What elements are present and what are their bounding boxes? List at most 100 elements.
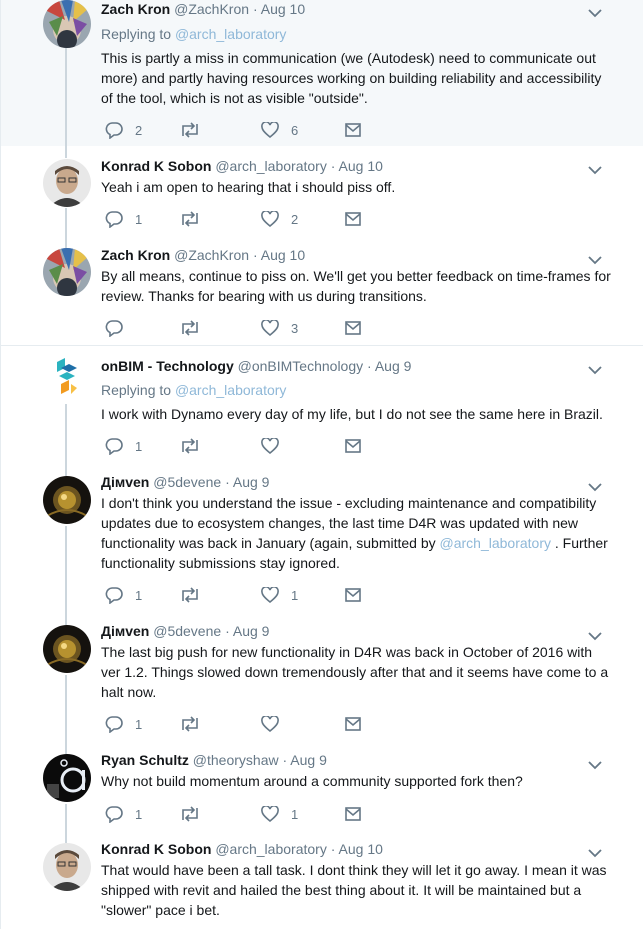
envelope-icon xyxy=(345,439,361,453)
avatar[interactable] xyxy=(43,754,91,802)
tweet[interactable]: Konrad K Sobon @arch_laboratory · Aug 10… xyxy=(1,146,643,238)
chevron-down-icon[interactable] xyxy=(588,5,602,18)
display-name[interactable]: Дімven xyxy=(101,474,149,490)
chevron-down-icon[interactable] xyxy=(588,845,602,858)
chevron-down-icon[interactable] xyxy=(588,252,602,265)
reply-button[interactable] xyxy=(105,318,135,338)
retweet-button[interactable] xyxy=(179,120,213,140)
tweet-header: Zach Kron @ZachKron · Aug 10 xyxy=(101,246,305,264)
reply-button[interactable]: 1 xyxy=(105,209,142,229)
reply-button[interactable]: 1 xyxy=(105,436,142,456)
envelope-icon xyxy=(345,321,361,335)
avatar[interactable] xyxy=(43,354,91,402)
chevron-down-icon[interactable] xyxy=(588,628,602,641)
thread-line xyxy=(65,804,67,832)
chevron-down-icon[interactable] xyxy=(588,479,602,492)
timestamp[interactable]: Aug 9 xyxy=(233,623,270,639)
tweet-actions: 1 xyxy=(101,714,401,734)
message-button[interactable] xyxy=(345,120,361,140)
like-button[interactable]: 1 xyxy=(261,804,298,824)
tweet[interactable]: Konrad K Sobon @arch_laboratory · Aug 10… xyxy=(1,832,643,929)
timestamp[interactable]: Aug 10 xyxy=(261,1,305,17)
timestamp[interactable]: Aug 10 xyxy=(261,247,305,263)
username[interactable]: @ZachKron xyxy=(174,1,249,17)
message-button[interactable] xyxy=(345,209,361,229)
tweet[interactable]: Zach Kron @ZachKron · Aug 10 By all mean… xyxy=(1,238,643,345)
mention-link[interactable]: @arch_laboratory xyxy=(440,535,552,551)
display-name[interactable]: onBIM - Technology xyxy=(101,358,234,374)
mention-link[interactable]: @arch_laboratory xyxy=(175,382,287,398)
like-button[interactable]: 2 xyxy=(261,209,298,229)
tweet[interactable]: Дімven @5devene · Aug 9 The last big pus… xyxy=(1,614,643,744)
retweet-icon xyxy=(179,211,201,227)
reply-button[interactable]: 1 xyxy=(105,585,142,605)
message-button[interactable] xyxy=(345,318,361,338)
avatar[interactable] xyxy=(43,0,91,48)
message-button[interactable] xyxy=(345,585,361,605)
username[interactable]: @onBIMTechnology xyxy=(238,358,364,374)
reply-icon xyxy=(105,210,123,228)
chevron-down-icon[interactable] xyxy=(588,162,602,175)
retweet-button[interactable] xyxy=(179,714,213,734)
like-button[interactable]: 1 xyxy=(261,585,298,605)
like-button[interactable]: 3 xyxy=(261,318,298,338)
display-name[interactable]: Zach Kron xyxy=(101,247,170,263)
display-name[interactable]: Zach Kron xyxy=(101,1,170,17)
avatar[interactable] xyxy=(43,476,91,524)
username[interactable]: @arch_laboratory xyxy=(215,841,327,857)
tweet-text: The last big push for new functionality … xyxy=(101,644,609,700)
display-name[interactable]: Дімven xyxy=(101,623,149,639)
reply-count: 2 xyxy=(135,122,143,138)
message-button[interactable] xyxy=(345,714,361,734)
like-count: 2 xyxy=(291,211,299,227)
timestamp[interactable]: Aug 9 xyxy=(290,752,327,768)
username[interactable]: @ZachKron xyxy=(174,247,249,263)
thread-line xyxy=(65,832,67,843)
like-button[interactable] xyxy=(261,714,291,734)
mention-link[interactable]: @arch_laboratory xyxy=(175,26,287,42)
heart-icon xyxy=(261,806,279,822)
like-button[interactable] xyxy=(261,436,291,456)
reply-button[interactable]: 1 xyxy=(105,804,142,824)
chevron-down-icon[interactable] xyxy=(588,362,602,375)
display-name[interactable]: Konrad K Sobon xyxy=(101,158,211,174)
username[interactable]: @theoryshaw xyxy=(193,752,279,768)
tweet-actions: 3 xyxy=(101,318,401,338)
retweet-button[interactable] xyxy=(179,209,213,229)
username[interactable]: @5devene xyxy=(153,474,221,490)
timestamp[interactable]: Aug 10 xyxy=(339,841,383,857)
message-button[interactable] xyxy=(345,436,361,456)
retweet-button[interactable] xyxy=(179,318,213,338)
tweet-header: Konrad K Sobon @arch_laboratory · Aug 10 xyxy=(101,157,383,175)
retweet-button[interactable] xyxy=(179,436,213,456)
display-name[interactable]: Ryan Schultz xyxy=(101,752,189,768)
tweet[interactable]: Zach Kron @ZachKron · Aug 10 Replying to… xyxy=(1,0,643,146)
reply-icon xyxy=(105,437,123,455)
retweet-button[interactable] xyxy=(179,585,213,605)
username[interactable]: @5devene xyxy=(153,623,221,639)
reply-count: 1 xyxy=(135,716,143,732)
reply-icon xyxy=(105,586,123,604)
timestamp[interactable]: Aug 9 xyxy=(375,358,412,374)
timestamp[interactable]: Aug 10 xyxy=(339,158,383,174)
tweet[interactable]: Ryan Schultz @theoryshaw · Aug 9 Why not… xyxy=(1,744,643,832)
like-button[interactable]: 6 xyxy=(261,120,298,140)
timestamp[interactable]: Aug 9 xyxy=(233,474,270,490)
replying-to: Replying to @arch_laboratory xyxy=(101,26,287,42)
chevron-down-icon[interactable] xyxy=(588,757,602,770)
message-button[interactable] xyxy=(345,804,361,824)
separator-dot: · xyxy=(367,358,372,374)
username[interactable]: @arch_laboratory xyxy=(215,158,327,174)
retweet-button[interactable] xyxy=(179,804,213,824)
avatar[interactable] xyxy=(43,159,91,207)
reply-button[interactable]: 1 xyxy=(105,714,142,734)
tweet-actions: 1 xyxy=(101,436,401,456)
reply-button[interactable]: 2 xyxy=(105,120,142,140)
separator-dot: · xyxy=(225,623,230,639)
avatar[interactable] xyxy=(43,248,91,296)
avatar[interactable] xyxy=(43,843,91,891)
avatar[interactable] xyxy=(43,625,91,673)
display-name[interactable]: Konrad K Sobon xyxy=(101,841,211,857)
tweet[interactable]: Дімven @5devene · Aug 9 I don't think yo… xyxy=(1,464,643,614)
tweet[interactable]: onBIM - Technology @onBIMTechnology · Au… xyxy=(1,346,643,464)
